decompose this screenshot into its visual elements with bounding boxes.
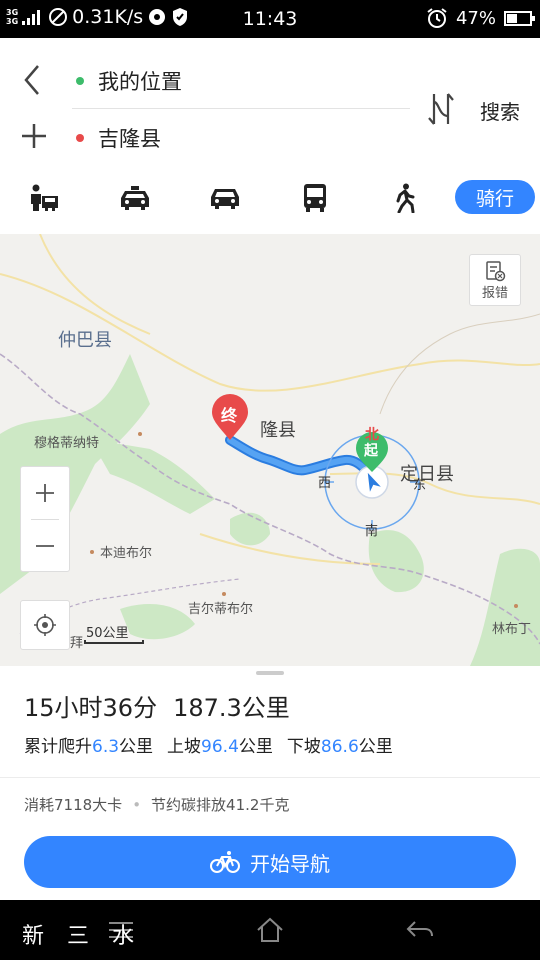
start-dot bbox=[76, 77, 84, 85]
person-car-icon bbox=[31, 184, 58, 211]
locate-button[interactable] bbox=[20, 600, 70, 650]
minus-icon bbox=[36, 545, 54, 547]
route-duration: 15小时36分 bbox=[24, 694, 158, 722]
map-label-bendi: 本迪布尔 bbox=[100, 546, 153, 561]
tab-person-car[interactable] bbox=[22, 180, 66, 216]
locate-icon bbox=[34, 614, 56, 636]
zoom-in-button[interactable] bbox=[21, 467, 69, 519]
tab-car[interactable] bbox=[203, 180, 247, 216]
uphill-stat: 上坡96.4公里 bbox=[167, 732, 273, 757]
route-summary-panel: 15小时36分 187.3公里 累计爬升6.3公里 上坡96.4公里 下坡86.… bbox=[0, 666, 540, 900]
map-label-dingri: 定日县 bbox=[400, 464, 454, 485]
climb-label: 累计爬升 bbox=[24, 737, 92, 757]
downhill-label: 下坡 bbox=[286, 737, 321, 757]
battery-icon bbox=[504, 10, 535, 26]
route-extra-info: 消耗7118大卡 • 节约碳排放41.2千克 bbox=[24, 794, 289, 815]
tab-taxi[interactable] bbox=[113, 180, 157, 216]
panel-divider bbox=[0, 777, 540, 778]
map-scale: 50公里 bbox=[86, 626, 129, 641]
status-bar: 3G 3G 0.31K/s 11:43 47% bbox=[0, 0, 540, 38]
route-divider bbox=[72, 108, 410, 109]
end-point[interactable]: 吉隆县 bbox=[76, 123, 161, 153]
start-point[interactable]: 我的位置 bbox=[76, 66, 182, 96]
downhill-unit: 公里 bbox=[358, 737, 393, 757]
panel-handle[interactable] bbox=[256, 671, 284, 675]
map-label-jilong: 隆县 bbox=[260, 420, 296, 441]
report-error-button[interactable]: 报错 bbox=[469, 254, 521, 306]
compass-north: 北 bbox=[365, 427, 379, 443]
info-bullet: • bbox=[132, 795, 142, 814]
swap-route-icon[interactable] bbox=[426, 92, 456, 126]
map-label-linbu: 林布丁 bbox=[492, 622, 532, 637]
transport-mode-tabs: 骑行 bbox=[0, 168, 540, 228]
bus-icon bbox=[304, 184, 326, 212]
start-location: 我的位置 bbox=[98, 70, 182, 94]
carbon-info: 节约碳排放41.2千克 bbox=[151, 796, 290, 814]
tab-bus[interactable] bbox=[293, 180, 337, 216]
map-label-zhongba: 仲巴县 bbox=[58, 330, 112, 351]
end-location: 吉隆县 bbox=[98, 127, 161, 151]
start-navigation-label: 开始导航 bbox=[250, 851, 330, 876]
bicycle-icon bbox=[210, 851, 240, 873]
watermark-text: 新 三 水 bbox=[22, 924, 142, 949]
compass-west: 西 bbox=[318, 476, 332, 491]
taxi-icon bbox=[121, 186, 149, 210]
downhill-value: 86.6 bbox=[320, 737, 359, 757]
zoom-out-button[interactable] bbox=[21, 520, 69, 572]
route-header: 我的位置 吉隆县 搜索 bbox=[0, 38, 540, 164]
climb-stat: 累计爬升6.3公里 bbox=[24, 732, 153, 757]
tab-walk[interactable] bbox=[383, 180, 427, 216]
battery-percent: 47% bbox=[455, 7, 496, 29]
report-icon bbox=[486, 260, 506, 281]
uphill-value: 96.4 bbox=[201, 737, 239, 757]
report-label: 报错 bbox=[481, 285, 508, 301]
compass-south: 南 bbox=[365, 524, 379, 539]
tab-cycling[interactable]: 骑行 bbox=[455, 180, 535, 214]
climb-value: 6.3 bbox=[92, 737, 120, 757]
search-button[interactable]: 搜索 bbox=[480, 96, 520, 125]
plus-icon bbox=[36, 484, 54, 502]
map-label-jier: 吉尔蒂布尔 bbox=[188, 602, 254, 617]
uphill-unit: 公里 bbox=[238, 737, 273, 757]
calories-info: 消耗7118大卡 bbox=[24, 796, 123, 814]
uphill-label: 上坡 bbox=[167, 737, 202, 757]
route-distance: 187.3公里 bbox=[173, 694, 290, 722]
scale-bar bbox=[84, 640, 144, 644]
walk-icon bbox=[396, 183, 415, 213]
zoom-control bbox=[20, 466, 70, 572]
status-right: 47% bbox=[426, 7, 535, 29]
route-elevation-stats: 累计爬升6.3公里 上坡96.4公里 下坡86.6公里 bbox=[24, 732, 393, 757]
climb-unit: 公里 bbox=[119, 737, 154, 757]
back-arrow-icon[interactable] bbox=[18, 62, 48, 98]
car-icon bbox=[211, 189, 239, 209]
compass-east: 东 bbox=[413, 478, 427, 493]
back-key-icon[interactable] bbox=[405, 916, 435, 944]
downhill-stat: 下坡86.6公里 bbox=[287, 732, 393, 757]
home-key-icon[interactable] bbox=[255, 916, 285, 944]
map-view[interactable]: 仲巴县 隆县 定日县 穆格蒂纳特 本迪布尔 吉尔蒂布尔 林布丁 拜 终 起 北 … bbox=[0, 234, 540, 666]
alarm-icon bbox=[427, 8, 447, 28]
route-summary: 15小时36分 187.3公里 bbox=[24, 688, 290, 723]
map-label-bai: 拜 bbox=[70, 636, 84, 651]
map-label-muge: 穆格蒂纳特 bbox=[34, 436, 100, 451]
end-dot bbox=[76, 134, 84, 142]
add-waypoint-icon[interactable] bbox=[18, 120, 50, 152]
end-marker[interactable]: 终 bbox=[221, 402, 237, 426]
start-navigation-button[interactable]: 开始导航 bbox=[24, 836, 516, 888]
